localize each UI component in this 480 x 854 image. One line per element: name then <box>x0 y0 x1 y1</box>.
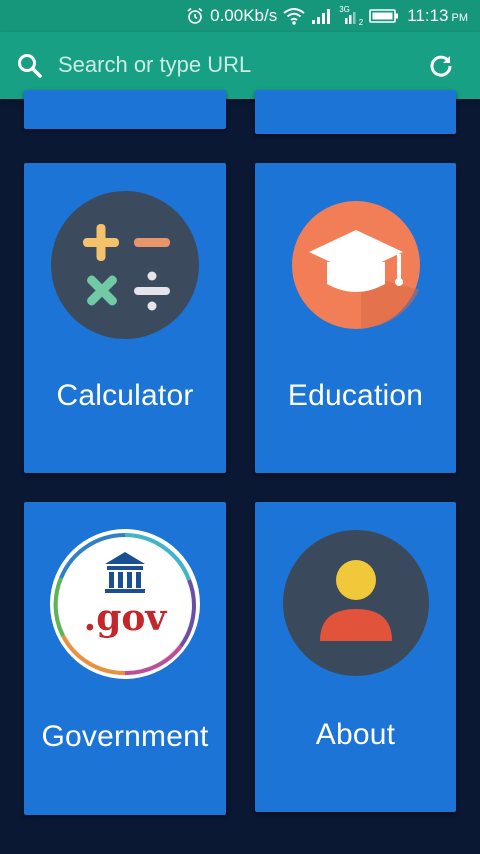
tile-calculator[interactable]: Calculator <box>24 163 226 473</box>
tile-government[interactable]: .gov Government <box>24 502 226 815</box>
gov-seal-text: .gov <box>84 597 168 639</box>
search-icon[interactable] <box>16 52 44 85</box>
graduation-cap-icon <box>292 201 420 329</box>
tile-partial-right[interactable] <box>255 90 456 134</box>
status-bar: 0.00Kb/s 3G 2 11:13 PM <box>0 0 480 32</box>
tile-label: About <box>315 718 396 751</box>
tile-education[interactable]: Education <box>255 163 456 473</box>
network-speed: 0.00Kb/s <box>210 6 278 25</box>
url-bar: Search or type URL <box>0 32 480 99</box>
tile-about[interactable]: About <box>255 502 456 812</box>
search-input[interactable]: Search or type URL <box>58 52 251 78</box>
tile-label: Education <box>287 379 424 412</box>
user-profile-icon <box>283 530 429 676</box>
battery-icon <box>369 8 399 24</box>
sim-slot-label: 2 <box>358 18 364 27</box>
alarm-icon <box>186 7 204 25</box>
clock-time: 11:13 <box>407 6 449 25</box>
wifi-icon <box>283 7 305 25</box>
tile-label: Government <box>41 720 209 753</box>
signal-3g-icon: 3G 2 <box>339 5 364 27</box>
tile-label: Calculator <box>56 379 194 412</box>
signal-icon <box>311 7 333 25</box>
calculator-icon <box>51 191 199 339</box>
network-type-label: 3G <box>339 5 350 14</box>
clock-ampm: PM <box>451 11 469 24</box>
tile-partial-left[interactable] <box>24 90 226 129</box>
gov-seal-icon: .gov <box>50 529 200 679</box>
refresh-icon[interactable] <box>428 53 454 84</box>
